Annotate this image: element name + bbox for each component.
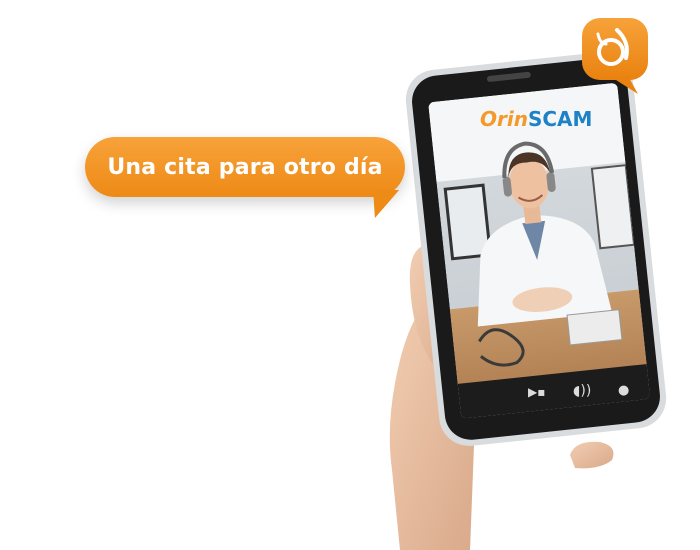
- illustration: [389, 18, 667, 550]
- scene: Una cita para otro día OrinSCAM ▶▪ ◖)) ●: [0, 0, 700, 550]
- app-logo: OrinSCAM: [480, 107, 592, 131]
- video-camera-icon[interactable]: ▶▪: [528, 385, 545, 399]
- logo-part2: SCAM: [527, 107, 593, 131]
- thumb: [570, 441, 614, 469]
- logo-part1: Orin: [480, 107, 528, 131]
- speech-bubble-text: Una cita para otro día: [107, 154, 383, 180]
- speaker-icon[interactable]: ◖)): [573, 383, 591, 399]
- speech-bubble: Una cita para otro día: [85, 137, 405, 197]
- microphone-icon[interactable]: ●: [618, 383, 629, 398]
